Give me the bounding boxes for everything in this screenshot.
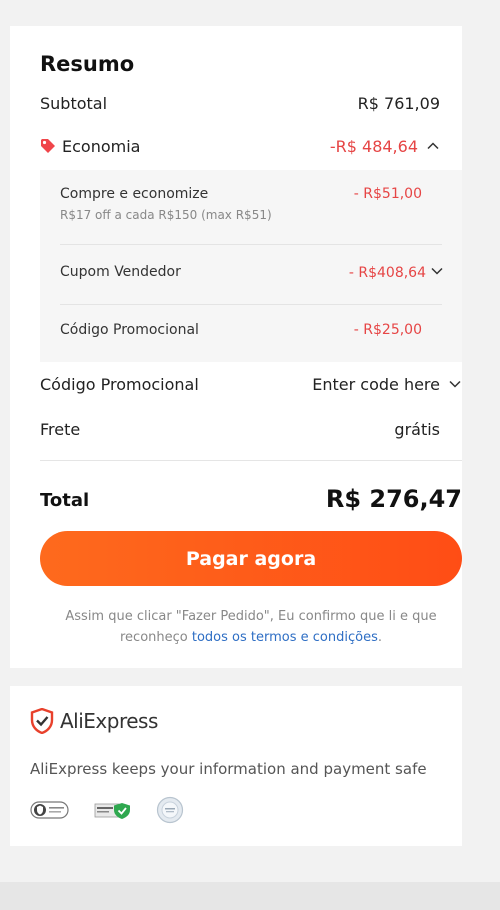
savings-item-label: Código Promocional <box>60 322 199 338</box>
subtotal-value: R$ 761,09 <box>357 94 440 113</box>
chevron-down-icon[interactable] <box>430 264 444 278</box>
pci-badge-icon <box>94 803 130 819</box>
savings-breakdown: Compre e economize - R$51,00 R$17 off a … <box>40 170 462 362</box>
subtotal-label: Subtotal <box>40 94 108 113</box>
privacy-badge-icon <box>30 801 69 819</box>
promo-code-input[interactable]: Enter code here <box>312 375 440 394</box>
chevron-up-icon[interactable] <box>426 139 440 153</box>
savings-item-label: Cupom Vendedor <box>60 264 181 280</box>
chevron-down-icon[interactable] <box>448 377 462 391</box>
divider <box>60 244 442 245</box>
total-value: R$ 276,47 <box>325 485 462 513</box>
price-tag-icon <box>41 139 55 153</box>
savings-value: -R$ 484,64 <box>329 137 418 156</box>
order-summary-card: Resumo Subtotal R$ 761,09 Economia -R$ 4… <box>10 26 462 668</box>
savings-item-label: Compre e economize <box>60 186 209 202</box>
savings-item-sub: R$17 off a cada R$150 (max R$51) <box>60 208 272 222</box>
page-footer-strip <box>0 882 500 910</box>
pay-now-button[interactable]: Pagar agora <box>40 531 462 586</box>
divider <box>40 460 462 461</box>
summary-title: Resumo <box>40 52 135 76</box>
savings-item-value: - R$51,00 <box>353 186 422 202</box>
divider <box>60 304 442 305</box>
promo-code-label: Código Promocional <box>40 375 199 394</box>
terms-link[interactable]: todos os termos e condições <box>192 630 378 645</box>
savings-item-value: - R$25,00 <box>353 322 422 338</box>
shield-check-icon <box>30 708 54 734</box>
brand-name: AliExpress <box>60 709 158 733</box>
shipping-value: grátis <box>394 420 440 439</box>
shipping-label: Frete <box>40 420 81 439</box>
disclaimer-end: . <box>377 630 382 645</box>
security-badges <box>30 796 208 824</box>
terms-disclaimer: Assim que clicar "Fazer Pedido", Eu conf… <box>40 606 462 648</box>
brand: AliExpress <box>30 708 158 734</box>
savings-item-value: - R$408,64 <box>348 265 426 281</box>
security-card: AliExpress AliExpress keeps your informa… <box>10 686 462 846</box>
safe-text: AliExpress keeps your information and pa… <box>30 760 427 778</box>
seal-badge-icon <box>156 796 184 824</box>
savings-label: Economia <box>62 137 141 156</box>
total-label: Total <box>40 490 90 511</box>
